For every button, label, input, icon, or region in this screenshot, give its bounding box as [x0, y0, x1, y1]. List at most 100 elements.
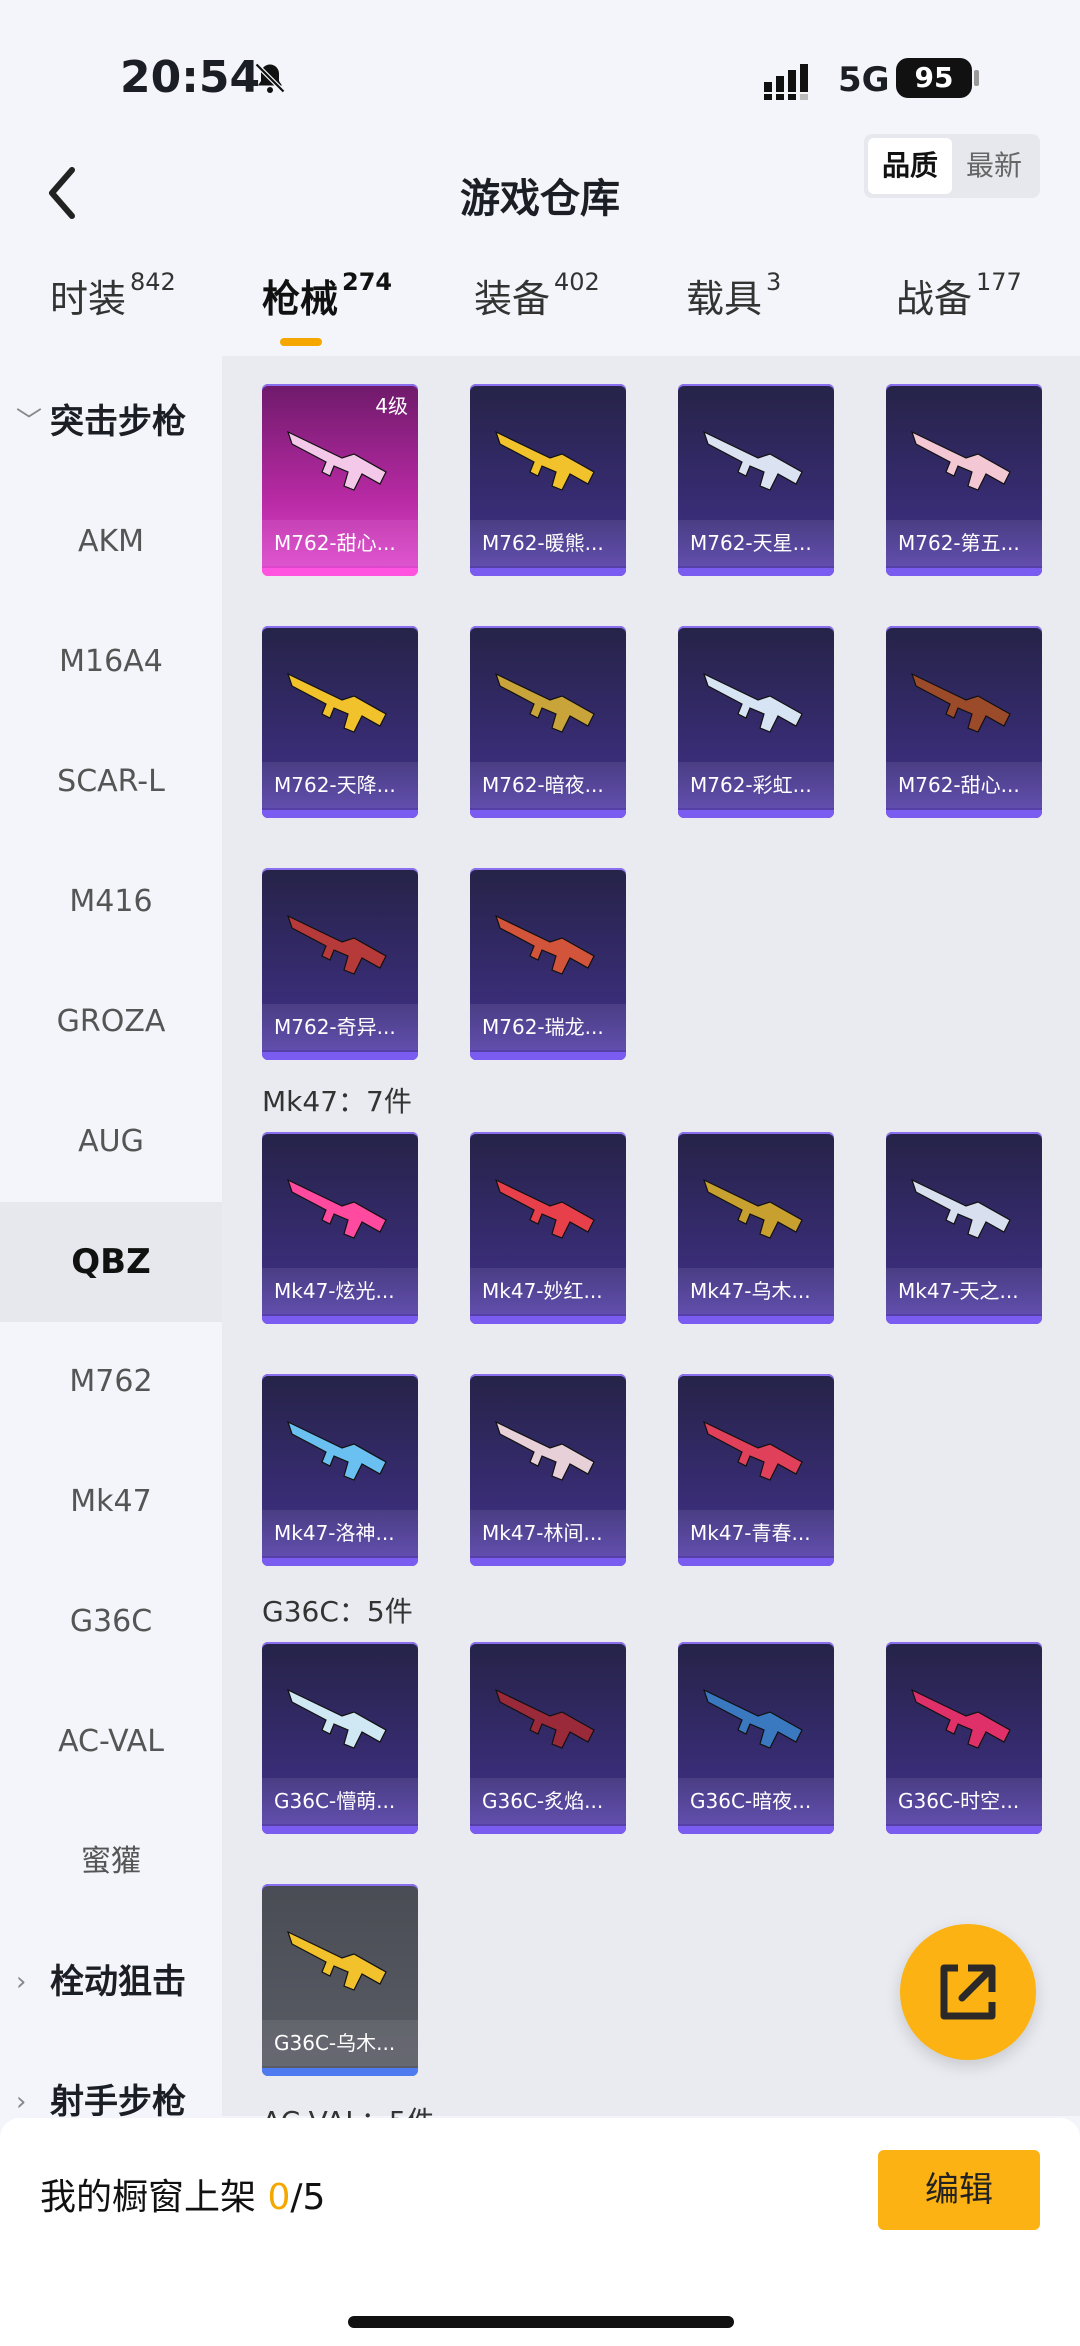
item-card[interactable]: Mk47-林间...	[470, 1374, 626, 1566]
signal-icon	[764, 64, 808, 100]
item-name: G36C-暗夜...	[678, 1778, 834, 1824]
item-card[interactable]: G36C-暗夜...	[678, 1642, 834, 1834]
rifle-icon	[702, 672, 803, 733]
item-name: G36C-乌木...	[262, 2020, 418, 2066]
sidebar-item-g36c[interactable]: G36C	[0, 1562, 222, 1682]
item-name: G36C-懵萌...	[262, 1778, 418, 1824]
rifle-icon	[910, 1688, 1011, 1749]
item-name: M762-天降...	[262, 762, 418, 808]
rarity-bar	[470, 1052, 626, 1060]
status-time: 20:54	[120, 52, 261, 103]
sidebar-group-assault-rifles[interactable]: ﹀ 突击步枪	[0, 362, 222, 482]
sidebar-item-m16a4[interactable]: M16A4	[0, 602, 222, 722]
section-label-ac-val: AC-VAL：5件	[262, 2100, 435, 2118]
item-card[interactable]: M762-天星...	[678, 384, 834, 576]
item-card[interactable]: G36C-时空...	[886, 1642, 1042, 1834]
sidebar-group-dmr[interactable]: › 射手步枪	[0, 2042, 222, 2122]
rifle-icon	[702, 1688, 803, 1749]
item-card[interactable]: M762-彩虹...	[678, 626, 834, 818]
rarity-bar	[262, 1052, 418, 1060]
active-tab-underline	[280, 338, 322, 346]
rifle-icon	[702, 1178, 803, 1239]
section-label-mk47: Mk47：7件	[262, 1085, 412, 1118]
sidebar-item-m762[interactable]: M762	[0, 1322, 222, 1442]
sidebar-item-scar-l[interactable]: SCAR-L	[0, 722, 222, 842]
tab-fashion[interactable]: 时装 842	[50, 268, 176, 352]
rarity-bar	[678, 810, 834, 818]
item-card[interactable]: M762-天降...	[262, 626, 418, 818]
sidebar-item-aug[interactable]: AUG	[0, 1082, 222, 1202]
tab-supplies[interactable]: 战备 177	[896, 268, 1022, 352]
rifle-icon	[286, 1178, 387, 1239]
rarity-bar	[470, 568, 626, 576]
rifle-icon	[910, 672, 1011, 733]
tab-equipment[interactable]: 装备 402	[474, 268, 600, 352]
rarity-bar	[678, 568, 834, 576]
item-name: G36C-时空...	[886, 1778, 1042, 1824]
sort-toggle[interactable]: 品质 最新	[864, 134, 1040, 198]
rarity-bar	[470, 1316, 626, 1324]
sidebar-item-honey-badger[interactable]: 蜜獾	[0, 1802, 222, 1922]
rarity-bar	[678, 1558, 834, 1566]
showcase-panel: 我的橱窗上架 0/5 编辑	[0, 2118, 1080, 2346]
edit-button[interactable]: 编辑	[878, 2150, 1040, 2230]
rarity-bar	[470, 1826, 626, 1834]
battery-indicator: 95	[896, 58, 972, 98]
rifle-icon	[286, 672, 387, 733]
chevron-right-icon: ›	[16, 1967, 27, 1997]
item-card[interactable]: Mk47-洛神...	[262, 1374, 418, 1566]
rifle-icon	[494, 672, 595, 733]
item-name: M762-奇异...	[262, 1004, 418, 1050]
item-card[interactable]: Mk47-炫光...	[262, 1132, 418, 1324]
item-name: M762-暗夜...	[470, 762, 626, 808]
sort-quality-option[interactable]: 品质	[868, 138, 952, 194]
rarity-bar	[262, 568, 418, 576]
rifle-icon	[494, 914, 595, 975]
item-card[interactable]: Mk47-乌木...	[678, 1132, 834, 1324]
rarity-bar	[886, 1826, 1042, 1834]
item-card[interactable]: M762-暖熊...	[470, 384, 626, 576]
battery-tip	[974, 70, 979, 86]
sidebar-group-bolt-action[interactable]: › 栓动狙击	[0, 1922, 222, 2042]
rarity-bar	[678, 1316, 834, 1324]
sidebar-item-mk47[interactable]: Mk47	[0, 1442, 222, 1562]
home-indicator	[348, 2316, 734, 2328]
sidebar-item-akm[interactable]: AKM	[0, 482, 222, 602]
item-card[interactable]: Mk47-妙红...	[470, 1132, 626, 1324]
item-card[interactable]: M762-奇异...	[262, 868, 418, 1060]
sidebar-item-qbz[interactable]: QBZ	[0, 1202, 222, 1322]
sort-newest-option[interactable]: 最新	[952, 138, 1036, 194]
item-name: Mk47-林间...	[470, 1510, 626, 1556]
rifle-icon	[494, 1420, 595, 1481]
item-card[interactable]: G36C-懵萌...	[262, 1642, 418, 1834]
item-card[interactable]: M762-瑞龙...	[470, 868, 626, 1060]
item-card[interactable]: G36C-炙焰...	[470, 1642, 626, 1834]
item-card[interactable]: M762-甜心...	[886, 626, 1042, 818]
sidebar-item-groza[interactable]: GROZA	[0, 962, 222, 1082]
item-card[interactable]: M762-暗夜...	[470, 626, 626, 818]
chevron-right-icon: ›	[16, 2087, 27, 2117]
item-card[interactable]: G36C-乌木...	[262, 1884, 418, 2076]
tab-vehicles[interactable]: 载具 3	[686, 268, 781, 352]
item-card[interactable]: Mk47-青春...	[678, 1374, 834, 1566]
item-card[interactable]: M762-第五...	[886, 384, 1042, 576]
sidebar-item-ac-val[interactable]: AC-VAL	[0, 1682, 222, 1802]
section-label-g36c: G36C：5件	[262, 1595, 413, 1628]
item-name: Mk47-青春...	[678, 1510, 834, 1556]
item-name: Mk47-乌木...	[678, 1268, 834, 1314]
item-name: M762-天星...	[678, 520, 834, 566]
rarity-bar	[470, 1558, 626, 1566]
share-button[interactable]	[900, 1924, 1036, 2060]
showcase-status: 我的橱窗上架 0/5	[40, 2177, 326, 2218]
item-card[interactable]: 4级 M762-甜心...	[262, 384, 418, 576]
rifle-icon	[910, 430, 1011, 491]
rarity-bar	[262, 2068, 418, 2076]
rarity-bar	[886, 810, 1042, 818]
item-name: Mk47-天之...	[886, 1268, 1042, 1314]
item-card[interactable]: Mk47-天之...	[886, 1132, 1042, 1324]
sidebar-item-m416[interactable]: M416	[0, 842, 222, 962]
item-name: Mk47-妙红...	[470, 1268, 626, 1314]
item-name: Mk47-洛神...	[262, 1510, 418, 1556]
rarity-bar	[262, 1316, 418, 1324]
item-name: Mk47-炫光...	[262, 1268, 418, 1314]
